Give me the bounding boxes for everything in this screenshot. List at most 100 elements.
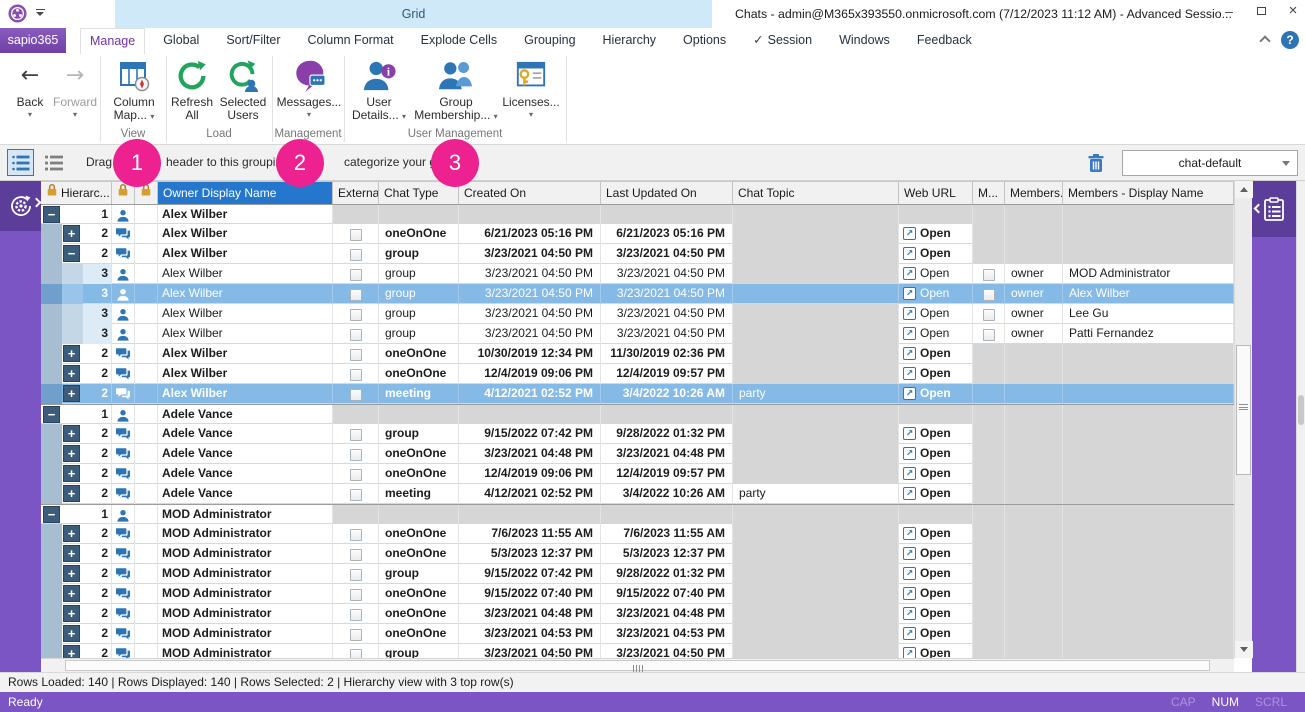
external-checkbox[interactable] bbox=[350, 549, 362, 561]
vertical-scrollbar-thumb[interactable] bbox=[1236, 345, 1251, 475]
licenses-button[interactable]: Licenses... ▾ bbox=[500, 56, 562, 119]
scroll-down-button[interactable] bbox=[1235, 641, 1253, 658]
scroll-up-button[interactable] bbox=[1235, 181, 1253, 198]
messages-button[interactable]: Messages... ▾ bbox=[276, 56, 342, 119]
external-checkbox[interactable] bbox=[350, 629, 362, 641]
expand-toggle-collapsed[interactable]: + bbox=[63, 545, 80, 562]
open-link[interactable]: ↗Open bbox=[899, 424, 972, 443]
member-checkbox[interactable] bbox=[983, 289, 995, 301]
close-button[interactable]: × bbox=[1280, 2, 1305, 22]
open-link[interactable]: ↗Open bbox=[899, 344, 972, 363]
external-checkbox[interactable] bbox=[350, 429, 362, 441]
open-link[interactable]: ↗Open bbox=[899, 264, 972, 283]
table-row[interactable]: +2Alex WilberoneOnOne6/21/2023 05:16 PM6… bbox=[41, 224, 1234, 244]
back-button[interactable]: ← Back ▾ bbox=[8, 56, 52, 119]
table-row[interactable]: −1MOD Administrator bbox=[41, 504, 1234, 524]
table-row[interactable]: +2Alex WilberoneOnOne12/4/2019 09:06 PM1… bbox=[41, 364, 1234, 384]
table-row[interactable]: +2MOD AdministratoroneOnOne5/3/2023 12:3… bbox=[41, 544, 1234, 564]
column-header-topic[interactable]: Chat Topic bbox=[733, 182, 899, 204]
flat-view-toggle[interactable] bbox=[40, 149, 67, 176]
table-row[interactable]: +2Adele VanceoneOnOne3/23/2021 04:48 PM3… bbox=[41, 444, 1234, 464]
expand-toggle-collapsed[interactable]: + bbox=[63, 525, 80, 542]
tab-sort-filter[interactable]: Sort/Filter bbox=[217, 28, 289, 53]
delete-preset-icon[interactable] bbox=[1085, 152, 1107, 174]
table-row[interactable]: −2Alex Wilbergroup3/23/2021 04:50 PM3/23… bbox=[41, 244, 1234, 264]
expand-toggle-collapsed[interactable]: + bbox=[63, 625, 80, 642]
external-checkbox[interactable] bbox=[350, 649, 362, 658]
table-row[interactable]: 3Alex Wilbergroup3/23/2021 04:50 PM3/23/… bbox=[41, 264, 1234, 284]
open-link[interactable]: ↗Open bbox=[899, 584, 972, 603]
tab-options[interactable]: Options bbox=[674, 28, 735, 53]
open-link[interactable]: ↗Open bbox=[899, 384, 972, 403]
member-checkbox[interactable] bbox=[983, 269, 995, 281]
tab-hierarchy[interactable]: Hierarchy bbox=[594, 28, 666, 53]
column-header-members[interactable]: Members... bbox=[1005, 182, 1063, 204]
expand-toggle-collapsed[interactable]: + bbox=[63, 385, 80, 402]
open-link[interactable]: ↗Open bbox=[899, 284, 972, 303]
column-header-m[interactable]: M... bbox=[973, 182, 1005, 204]
tab-global[interactable]: Global bbox=[154, 28, 208, 53]
table-row[interactable]: +2Alex Wilbermeeting4/12/2021 02:52 PM3/… bbox=[41, 384, 1234, 404]
expand-toggle-expanded[interactable]: − bbox=[63, 245, 80, 262]
column-map-button[interactable]: Column Map... ▾ bbox=[104, 56, 164, 123]
external-checkbox[interactable] bbox=[350, 369, 362, 381]
open-link[interactable]: ↗Open bbox=[899, 464, 972, 483]
expand-toggle-expanded[interactable]: − bbox=[43, 506, 60, 523]
expand-toggle-collapsed[interactable]: + bbox=[63, 345, 80, 362]
external-checkbox[interactable] bbox=[350, 329, 362, 341]
tab-explode-cells[interactable]: Explode Cells bbox=[412, 28, 506, 53]
open-link[interactable]: ↗Open bbox=[899, 364, 972, 383]
open-link[interactable]: ↗Open bbox=[899, 484, 972, 503]
expand-toggle-expanded[interactable]: − bbox=[43, 406, 60, 423]
external-checkbox[interactable] bbox=[350, 269, 362, 281]
expand-toggle-collapsed[interactable]: + bbox=[63, 445, 80, 462]
minimize-button[interactable]: – bbox=[1216, 2, 1242, 22]
horizontal-scrollbar-thumb[interactable] bbox=[65, 660, 1210, 671]
column-header-created[interactable]: Created On bbox=[459, 182, 601, 204]
open-link[interactable]: ↗Open bbox=[899, 444, 972, 463]
external-checkbox[interactable] bbox=[350, 349, 362, 361]
tab-feedback[interactable]: Feedback bbox=[908, 28, 981, 53]
open-link[interactable]: ↗Open bbox=[899, 604, 972, 623]
tab-column-format[interactable]: Column Format bbox=[299, 28, 403, 53]
tab-sapio365[interactable]: sapio365 bbox=[0, 28, 66, 53]
external-checkbox[interactable] bbox=[350, 309, 362, 321]
column-header-updated[interactable]: Last Updated On bbox=[601, 182, 733, 204]
external-checkbox[interactable] bbox=[350, 249, 362, 261]
expand-toggle-collapsed[interactable]: + bbox=[63, 605, 80, 622]
external-checkbox[interactable] bbox=[350, 289, 362, 301]
open-link[interactable]: ↗Open bbox=[899, 624, 972, 643]
table-row[interactable]: +2MOD AdministratoroneOnOne9/15/2022 07:… bbox=[41, 584, 1234, 604]
open-link[interactable]: ↗Open bbox=[899, 324, 972, 343]
expand-toggle-collapsed[interactable]: + bbox=[63, 645, 80, 658]
table-row[interactable]: +2MOD Administratorgroup3/23/2021 04:50 … bbox=[41, 644, 1234, 658]
expand-toggle-expanded[interactable]: − bbox=[43, 206, 60, 223]
open-link[interactable]: ↗Open bbox=[899, 644, 972, 658]
open-link[interactable]: ↗Open bbox=[899, 544, 972, 563]
external-checkbox[interactable] bbox=[350, 609, 362, 621]
table-row[interactable]: +2MOD AdministratoroneOnOne7/6/2023 11:5… bbox=[41, 524, 1234, 544]
column-header-weburl[interactable]: Web URL bbox=[899, 182, 973, 204]
open-link[interactable]: ↗Open bbox=[899, 244, 972, 263]
table-row[interactable]: 3Alex Wilbergroup3/23/2021 04:50 PM3/23/… bbox=[41, 284, 1234, 304]
external-checkbox[interactable] bbox=[350, 469, 362, 481]
tab-manage[interactable]: Manage bbox=[80, 28, 145, 54]
group-membership-button[interactable]: Group Membership... ▾ bbox=[412, 56, 500, 123]
table-row[interactable]: −1Alex Wilber bbox=[41, 204, 1234, 224]
member-checkbox[interactable] bbox=[983, 329, 995, 341]
table-row[interactable]: +2Alex WilberoneOnOne10/30/2019 12:34 PM… bbox=[41, 344, 1234, 364]
table-row[interactable]: +2MOD AdministratoroneOnOne3/23/2021 04:… bbox=[41, 624, 1234, 644]
table-row[interactable]: +2MOD Administratorgroup9/15/2022 07:42 … bbox=[41, 564, 1234, 584]
refresh-selected-users-button[interactable]: Selected Users bbox=[216, 56, 270, 122]
tab-grouping[interactable]: Grouping bbox=[515, 28, 584, 53]
member-checkbox[interactable] bbox=[983, 309, 995, 321]
right-panel-scrollbar[interactable] bbox=[1296, 181, 1305, 672]
refresh-all-button[interactable]: Refresh All bbox=[168, 56, 216, 122]
hierarchy-view-toggle[interactable] bbox=[7, 149, 34, 176]
table-row[interactable]: +2MOD AdministratoroneOnOne3/23/2021 04:… bbox=[41, 604, 1234, 624]
tab-windows[interactable]: Windows bbox=[830, 28, 899, 53]
sapio365-logo-icon[interactable] bbox=[8, 4, 27, 23]
column-header-external[interactable]: External bbox=[333, 182, 379, 204]
help-icon[interactable]: ? bbox=[1281, 31, 1299, 49]
open-link[interactable]: ↗Open bbox=[899, 564, 972, 583]
